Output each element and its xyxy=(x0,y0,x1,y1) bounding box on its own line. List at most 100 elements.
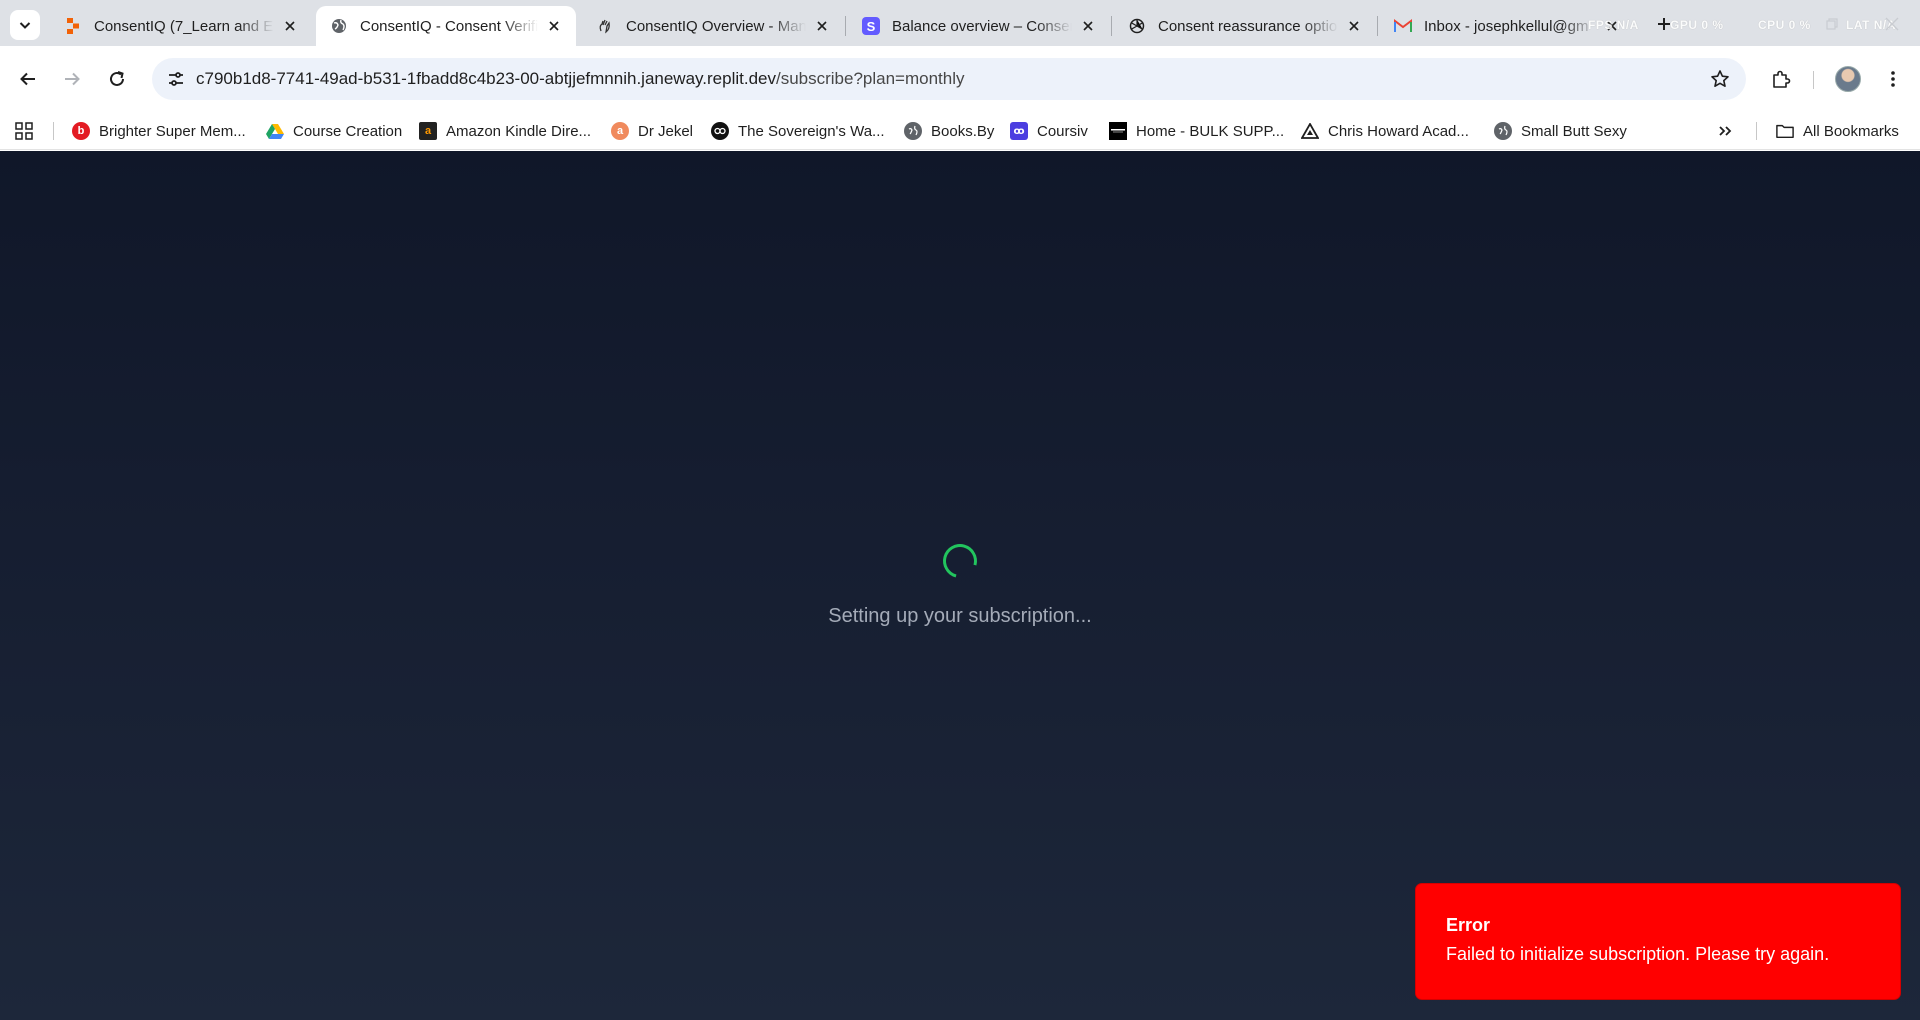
close-icon xyxy=(1885,17,1899,31)
bookmark-bulk-supplements[interactable]: Home - BULK SUPP... xyxy=(1109,118,1284,144)
apps-button[interactable] xyxy=(12,119,36,143)
triangle-icon xyxy=(1301,122,1319,140)
bookmark-chris-howard[interactable]: Chris Howard Acad... xyxy=(1301,118,1469,144)
replit-icon xyxy=(64,17,82,35)
tab-separator xyxy=(1111,16,1112,36)
perf-cpu: CPU 0 % xyxy=(1758,18,1811,32)
bookmark-amazon-kindle[interactable]: a Amazon Kindle Dire... xyxy=(419,118,591,144)
bookmark-small-butt[interactable]: Small Butt Sexy xyxy=(1494,118,1627,144)
bookmark-label: Amazon Kindle Dire... xyxy=(446,122,592,140)
tab-title: Consent reassurance optio xyxy=(1158,17,1338,35)
reload-icon xyxy=(110,71,124,86)
bookmark-course-creation[interactable]: Course Creation xyxy=(266,118,402,144)
loading-message: Setting up your subscription... xyxy=(828,605,1092,627)
sovereign-icon xyxy=(711,122,729,140)
url-host: c790b1d8-7741-49ad-b531-1fbadd8c4b23-00-… xyxy=(196,69,776,88)
more-vertical-icon xyxy=(1891,71,1895,87)
all-bookmarks-label: All Bookmarks xyxy=(1803,122,1899,140)
toolbar-divider xyxy=(1813,71,1814,89)
profile-button[interactable] xyxy=(1832,63,1864,95)
back-button[interactable] xyxy=(12,63,44,95)
tab-balance-overview[interactable]: S Balance overview – Consen xyxy=(848,6,1110,46)
arrow-left-icon xyxy=(20,72,35,86)
restore-icon xyxy=(1826,18,1838,30)
puzzle-icon xyxy=(1773,70,1791,88)
tab-consentiq-verification[interactable]: ConsentIQ - Consent Verific xyxy=(316,6,576,46)
perf-gpu: GPU 0 % xyxy=(1670,18,1724,32)
bookmark-brighter[interactable]: b Brighter Super Mem... xyxy=(72,118,246,144)
close-icon[interactable] xyxy=(1344,16,1364,36)
bookmark-books-by[interactable]: Books.By xyxy=(904,118,994,144)
forward-button[interactable] xyxy=(56,63,88,95)
page-content: Setting up your subscription... Error Fa… xyxy=(0,151,1920,1020)
bookmark-label: Brighter Super Mem... xyxy=(99,122,246,140)
folder-icon xyxy=(1776,122,1794,140)
close-icon[interactable] xyxy=(812,16,832,36)
bookmark-dr-jekel[interactable]: a Dr Jekel xyxy=(611,118,693,144)
error-toast[interactable]: Error Failed to initialize subscription.… xyxy=(1415,883,1901,1000)
tab-title: ConsentIQ - Consent Verific xyxy=(360,17,538,35)
amazon-icon: a xyxy=(419,122,437,140)
tab-title: Balance overview – Consen xyxy=(892,17,1072,35)
bookmark-label: Books.By xyxy=(931,122,995,140)
reload-button[interactable] xyxy=(101,63,133,95)
manus-icon xyxy=(596,17,614,35)
toast-message: Failed to initialize subscription. Pleas… xyxy=(1446,944,1830,964)
more-bookmarks-button[interactable] xyxy=(1718,118,1732,144)
chevron-down-icon xyxy=(19,22,31,29)
tab-title: ConsentIQ Overview - Man xyxy=(626,17,806,35)
bookmark-star-button[interactable] xyxy=(1704,63,1736,95)
tab-consent-reassurance[interactable]: Consent reassurance optio xyxy=(1114,6,1376,46)
coursiv-icon: ꝏ xyxy=(1010,122,1028,140)
tab-title: ConsentIQ (7_Learn and En xyxy=(94,17,274,35)
stripe-icon: S xyxy=(862,17,880,35)
tab-search-button[interactable] xyxy=(10,10,40,40)
extensions-button[interactable] xyxy=(1765,63,1797,95)
bookmark-separator xyxy=(53,122,54,140)
double-chevron-right-icon xyxy=(1719,126,1732,136)
bookmark-label: The Sovereign's Wa... xyxy=(738,122,885,140)
brighter-icon: b xyxy=(72,122,90,140)
bookmark-coursiv[interactable]: ꝏ Coursiv xyxy=(1010,118,1088,144)
tab-separator xyxy=(1377,16,1378,36)
tune-icon xyxy=(169,72,183,86)
close-icon[interactable] xyxy=(544,16,564,36)
globe-icon xyxy=(1494,122,1512,140)
globe-icon xyxy=(330,17,348,35)
restore-window-button[interactable] xyxy=(1820,12,1844,36)
loading-spinner-icon xyxy=(936,537,984,585)
bookmark-separator xyxy=(1756,122,1757,140)
bookmark-label: Course Creation xyxy=(293,122,403,140)
avatar xyxy=(1835,66,1861,92)
arrow-right-icon xyxy=(65,72,80,86)
site-info-button[interactable] xyxy=(160,63,192,95)
bookmark-label: Dr Jekel xyxy=(638,122,694,140)
tab-separator xyxy=(845,16,846,36)
url-text[interactable]: c790b1d8-7741-49ad-b531-1fbadd8c4b23-00-… xyxy=(196,69,965,89)
bookmark-sovereign[interactable]: The Sovereign's Wa... xyxy=(711,118,885,144)
apps-grid-icon xyxy=(15,122,33,140)
tab-consentiq-replit[interactable]: ConsentIQ (7_Learn and En xyxy=(50,6,312,46)
close-window-button[interactable] xyxy=(1880,12,1904,36)
chrome-menu-button[interactable] xyxy=(1877,63,1909,95)
bookmark-label: Small Butt Sexy xyxy=(1521,122,1627,140)
all-bookmarks-button[interactable]: All Bookmarks xyxy=(1776,118,1899,144)
bookmarks-bar: b Brighter Super Mem... Course Creation … xyxy=(0,112,1920,150)
tab-title: Inbox - josephkellul@gm xyxy=(1424,17,1589,35)
bookmark-label: Home - BULK SUPP... xyxy=(1136,122,1285,140)
dr-jekel-icon: a xyxy=(611,122,629,140)
google-drive-icon xyxy=(266,122,284,140)
toast-title: Error xyxy=(1446,915,1491,935)
perf-fps: FPS N/A xyxy=(1588,18,1639,32)
bookmark-label: Coursiv xyxy=(1037,122,1088,140)
tab-consentiq-overview[interactable]: ConsentIQ Overview - Man xyxy=(582,6,844,46)
bookmark-label: Chris Howard Acad... xyxy=(1328,122,1469,140)
browser-toolbar: c790b1d8-7741-49ad-b531-1fbadd8c4b23-00-… xyxy=(0,46,1920,112)
address-bar[interactable]: c790b1d8-7741-49ad-b531-1fbadd8c4b23-00-… xyxy=(152,58,1746,100)
close-icon[interactable] xyxy=(280,16,300,36)
bulk-icon xyxy=(1109,122,1127,140)
star-icon xyxy=(1711,70,1729,87)
gmail-icon xyxy=(1394,17,1412,35)
url-path: /subscribe?plan=monthly xyxy=(775,69,965,88)
close-icon[interactable] xyxy=(1078,16,1098,36)
